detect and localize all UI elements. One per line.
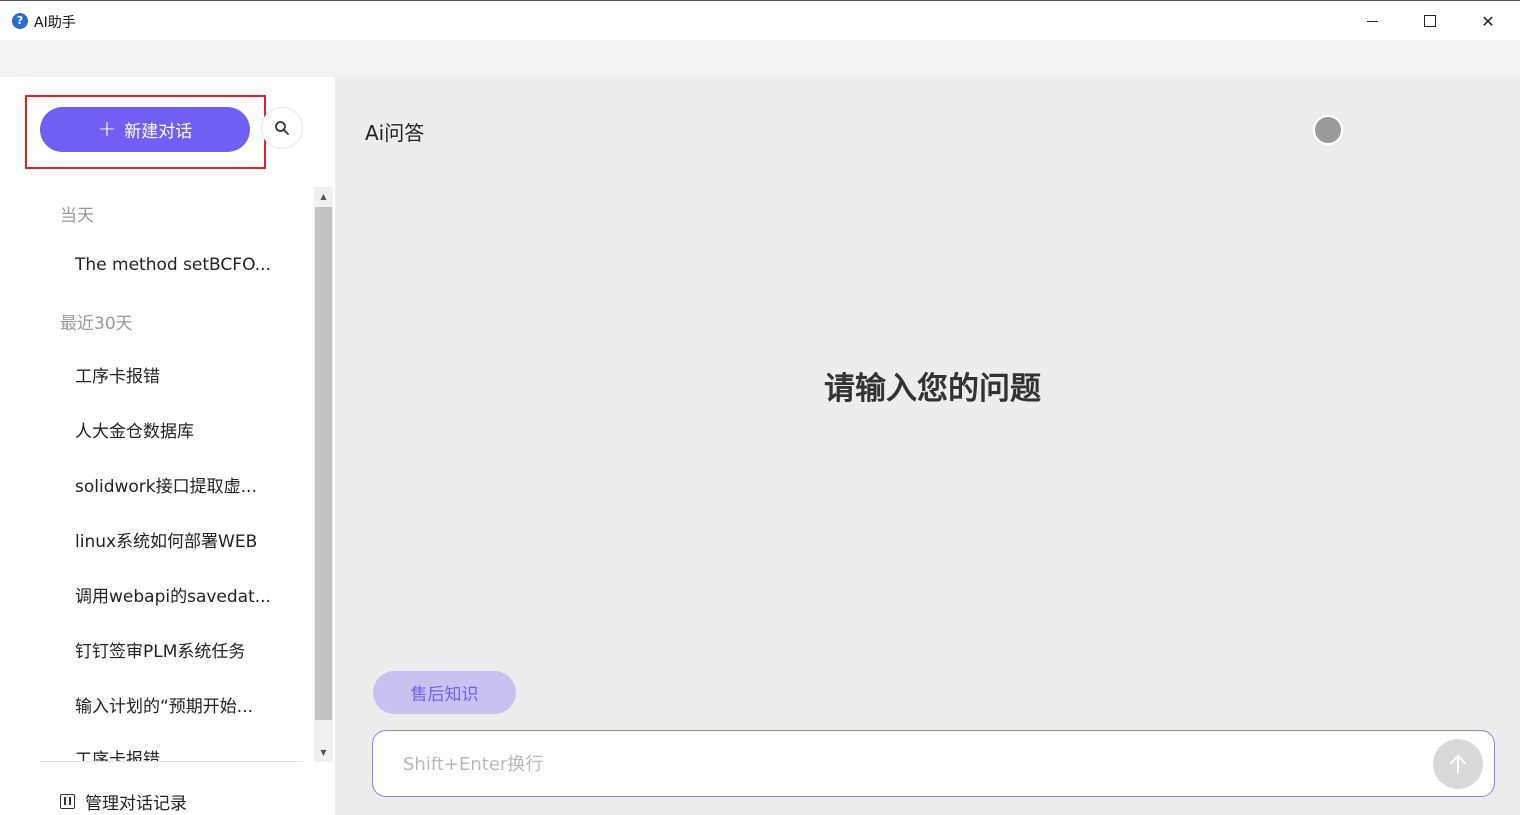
chat-input[interactable]: [403, 749, 1403, 779]
history-item[interactable]: 钉钉签审PLM系统任务: [75, 637, 305, 662]
settings-sliders-icon: [60, 794, 75, 809]
user-menu[interactable]: [1313, 115, 1343, 145]
manage-history-label: 管理对话记录: [85, 794, 187, 814]
group-label-today: 当天: [60, 206, 94, 226]
minimize-button[interactable]: [1343, 1, 1401, 41]
history-item[interactable]: solidwork接口提取虚...: [75, 472, 305, 497]
title-bar: ? AI助手 ✕: [0, 0, 1520, 40]
history-list: 当天 The method setBCFO... 最近30天 工序卡报错 人大金…: [10, 187, 315, 762]
history-scrollbar[interactable]: ▲ ▼: [314, 187, 333, 762]
plus-icon: +: [97, 116, 117, 142]
scroll-up-icon[interactable]: ▲: [314, 187, 333, 206]
scroll-down-icon[interactable]: ▼: [314, 743, 333, 762]
avatar: [1313, 115, 1343, 145]
new-chat-button[interactable]: + 新建对话: [40, 107, 250, 152]
knowledge-chip[interactable]: 售后知识: [373, 671, 516, 714]
send-button[interactable]: [1433, 739, 1483, 789]
maximize-button[interactable]: [1401, 1, 1459, 41]
chat-input-box: [372, 730, 1495, 797]
group-label-30days: 最近30天: [60, 314, 133, 334]
page-title: Ai问答: [365, 121, 425, 145]
history-item[interactable]: 人大金仓数据库: [75, 417, 305, 442]
sidebar-divider: [40, 761, 303, 762]
history-item[interactable]: 工序卡报错: [75, 745, 305, 762]
maximize-icon: [1424, 15, 1436, 27]
history-item[interactable]: 输入计划的“预期开始...: [75, 692, 305, 717]
main-panel: Ai问答 请输入您的问题 售后知识: [335, 77, 1520, 815]
arrow-up-icon: [1450, 755, 1466, 773]
history-item[interactable]: 调用webapi的savedat...: [75, 582, 305, 607]
history-item[interactable]: 工序卡报错: [75, 362, 305, 387]
manage-history-button[interactable]: 管理对话记录: [60, 789, 187, 814]
history-item[interactable]: linux系统如何部署WEB: [75, 527, 305, 552]
toolbar-band: [0, 40, 1520, 77]
help-circle-icon: ?: [12, 13, 28, 29]
empty-state-prompt: 请输入您的问题: [824, 371, 1041, 407]
scroll-thumb[interactable]: [315, 207, 332, 720]
search-icon: [275, 121, 289, 135]
sidebar: + 新建对话 当天 The method setBCFO... 最近30天 工序…: [10, 77, 335, 815]
close-icon: ✕: [1481, 11, 1495, 31]
history-item[interactable]: The method setBCFO...: [75, 255, 305, 275]
close-button[interactable]: ✕: [1459, 1, 1517, 41]
window-title: AI助手: [34, 15, 76, 31]
new-chat-label: 新建对话: [124, 122, 193, 142]
search-button[interactable]: [261, 107, 303, 149]
minimize-icon: [1366, 20, 1378, 22]
